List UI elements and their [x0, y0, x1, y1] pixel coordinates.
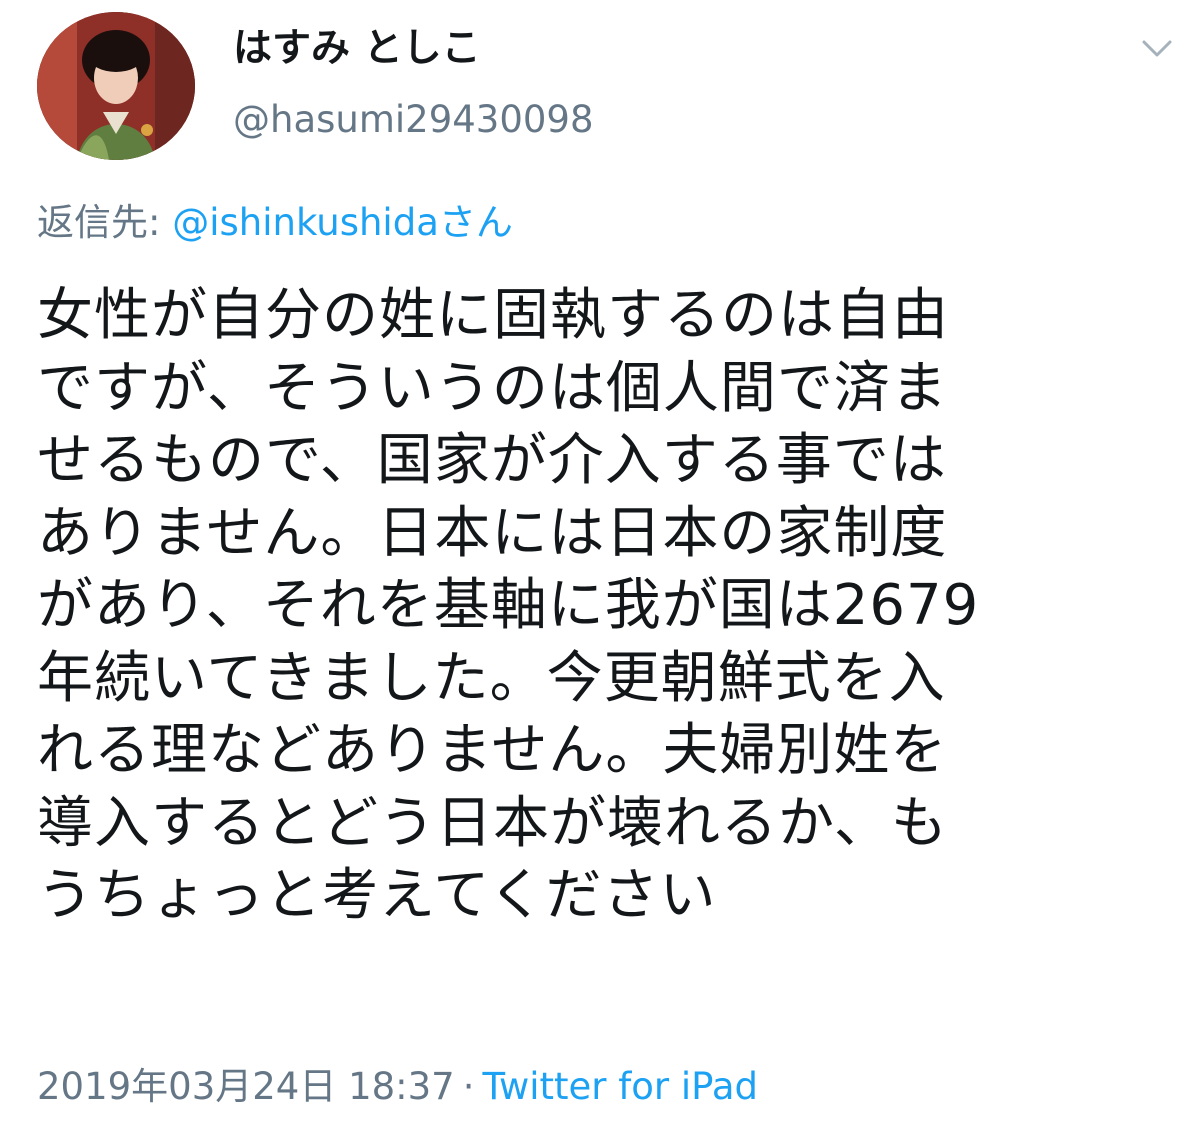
reply-context: 返信先: @ishinkushidaさん: [37, 198, 513, 248]
tweet-text-line: 年続いてきました。今更朝鮮式を入: [37, 645, 946, 711]
reply-prefix: 返信先:: [37, 201, 173, 244]
avatar-image: [37, 12, 195, 160]
tweet-text-line: 女性が自分の姓に固執するのは自由: [37, 283, 949, 348]
tweet-text-line: れる理などありません。夫婦別姓を: [37, 718, 948, 783]
chevron-down-icon[interactable]: [1140, 34, 1174, 62]
reply-target-link[interactable]: @ishinkushidaさん: [172, 201, 513, 244]
tweet-meta: 2019年03月24日 18:37 · Twitter for iPad: [37, 1062, 758, 1112]
tweet-card: はすみ としこ @hasumi29430098 返信先: @ishinkushi…: [0, 0, 1200, 1131]
user-handle[interactable]: @hasumi29430098: [233, 98, 594, 142]
tweet-text: 女性が自分の姓に固執するのは自由 ですが、そういうのは個人間で済ま せるもので、…: [37, 280, 1177, 933]
source-link[interactable]: Twitter for iPad: [482, 1065, 758, 1108]
tweet-text-line: うちょっと考えてください: [37, 863, 717, 928]
avatar[interactable]: [37, 12, 195, 160]
display-name[interactable]: はすみ としこ: [233, 27, 481, 71]
tweet-text-line: があり、それを基軸に我が国は2679: [37, 573, 980, 638]
tweet-text-line: ですが、そういうのは個人間で済ま: [37, 355, 948, 421]
meta-separator: ·: [462, 1065, 475, 1108]
tweet-text-line: 導入するとどう日本が壊れるか、も: [37, 790, 948, 856]
tweet-text-line: ありません。日本には日本の家制度: [37, 500, 948, 566]
timestamp[interactable]: 2019年03月24日 18:37: [37, 1065, 455, 1108]
tweet-text-line: せるもので、国家が介入する事では: [37, 428, 947, 493]
